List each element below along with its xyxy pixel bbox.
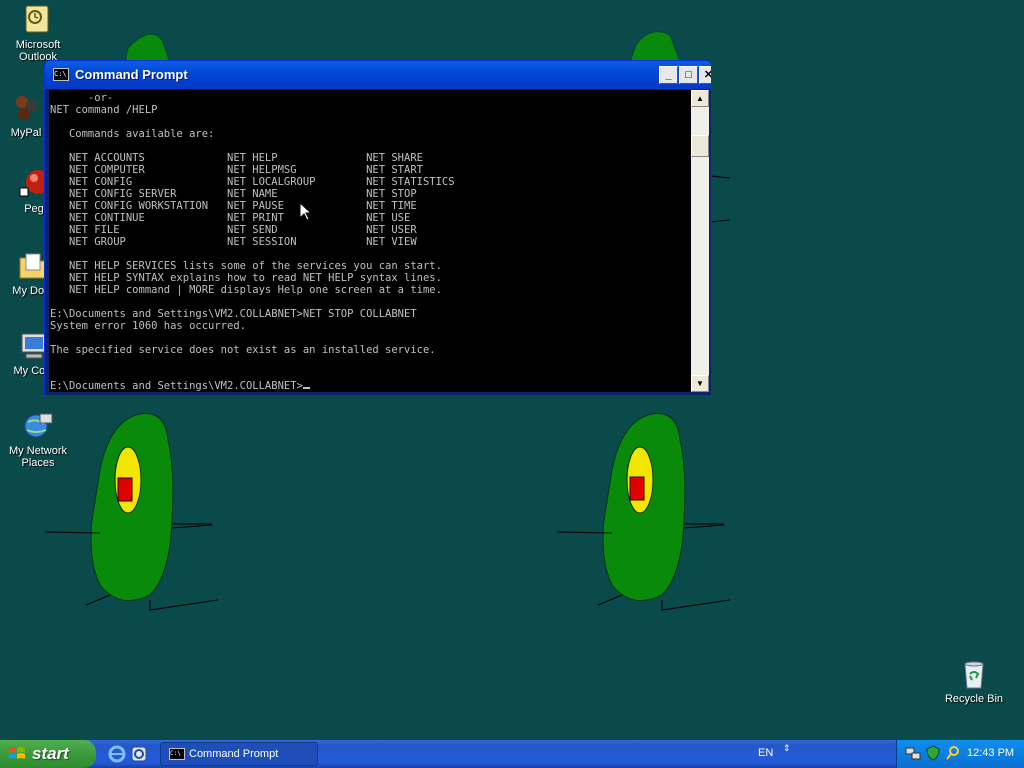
language-bar-options-icon[interactable]: ⇕: [783, 744, 791, 753]
window-titlebar[interactable]: C:\ Command Prompt _ □ ✕: [45, 61, 711, 89]
security-shield-icon[interactable]: [925, 745, 941, 761]
console-line: E:\Documents and Settings\VM2.COLLABNET>…: [50, 308, 417, 320]
language-indicator[interactable]: EN: [758, 747, 773, 759]
start-label: start: [32, 744, 69, 763]
console-line: System error 1060 has occurred.: [50, 320, 246, 332]
console-text: -or- NET command /HELP Commands availabl…: [49, 90, 691, 392]
desktop-icon-microsoft-outlook[interactable]: Microsoft Outlook: [2, 4, 74, 63]
console-line: NET HELP command | MORE displays Help on…: [50, 284, 442, 296]
system-tray: 12:43 PM: [896, 740, 1024, 768]
search-magnifier-icon[interactable]: [945, 745, 961, 761]
command-prompt-icon: C:\: [53, 68, 69, 81]
close-button[interactable]: ✕: [699, 66, 711, 84]
maximize-button[interactable]: □: [679, 66, 698, 84]
taskbar-clock[interactable]: 12:43 PM: [967, 747, 1014, 759]
console-line: -or-: [50, 92, 114, 104]
text-cursor: [302, 387, 310, 389]
console-line: NET CONFIG WORKSTATION NET PAUSE NET TIM…: [50, 200, 417, 212]
taskbar-button-command-prompt[interactable]: C:\ Command Prompt: [160, 742, 318, 766]
console-line: Commands available are:: [50, 128, 215, 140]
command-prompt-window[interactable]: C:\ Command Prompt _ □ ✕ -or- NET comman…: [44, 60, 712, 396]
minimize-button[interactable]: _: [659, 66, 678, 84]
mouse-pointer-icon: [300, 203, 312, 221]
microsoft-outlook-icon: [22, 4, 54, 36]
desktop-icon-label: My Network Places: [8, 445, 68, 469]
mypal-icon: [10, 92, 42, 124]
console-line: NET HELP SERVICES lists some of the serv…: [50, 260, 442, 272]
taskbar-button-label: Command Prompt: [189, 748, 279, 760]
console-line: NET FILE NET SEND NET USER: [50, 224, 417, 236]
network-connection-icon[interactable]: [905, 745, 921, 761]
console-line: NET command /HELP: [50, 104, 158, 116]
desktop-icon-label: Recycle Bin: [944, 693, 1004, 705]
desktop-icon-recycle-bin[interactable]: Recycle Bin: [938, 658, 1010, 705]
console-line: NET GROUP NET SESSION NET VIEW: [50, 236, 417, 248]
console-line: The specified service does not exist as …: [50, 344, 436, 356]
console-line: NET ACCOUNTS NET HELP NET SHARE: [50, 152, 423, 164]
desktop-icon-my-network-places[interactable]: My Network Places: [2, 410, 74, 469]
console-line: NET HELP SYNTAX explains how to read NET…: [50, 272, 442, 284]
windows-flag-icon: [9, 747, 25, 759]
scrollbar-thumb[interactable]: [691, 135, 709, 157]
console-output[interactable]: -or- NET command /HELP Commands availabl…: [49, 90, 691, 392]
my-network-places-icon: [22, 410, 54, 442]
console-line: NET COMPUTER NET HELPMSG NET START: [50, 164, 423, 176]
wallpaper-figure-right: [556, 413, 731, 611]
console-line: NET CONFIG NET LOCALGROUP NET STATISTICS: [50, 176, 455, 188]
taskbar: start C:\ Command Prompt EN ⇕ 12:43 PM: [0, 740, 1024, 768]
wallpaper-figure-top-left: [124, 33, 171, 63]
window-title: Command Prompt: [75, 67, 188, 82]
recycle-bin-icon: [958, 658, 990, 690]
start-button[interactable]: start: [0, 740, 96, 768]
console-line: NET CONTINUE NET PRINT NET USE: [50, 212, 411, 224]
scroll-down-arrow-icon[interactable]: ▼: [691, 375, 709, 392]
console-line: NET CONFIG SERVER NET NAME NET STOP: [50, 188, 417, 200]
quick-launch-app-icon[interactable]: [130, 745, 148, 763]
console-prompt: E:\Documents and Settings\VM2.COLLABNET>: [50, 380, 303, 392]
internet-explorer-icon[interactable]: [108, 745, 126, 763]
scroll-up-arrow-icon[interactable]: ▲: [691, 90, 709, 107]
vertical-scrollbar[interactable]: ▲ ▼: [691, 90, 709, 392]
command-prompt-icon: C:\: [169, 748, 185, 760]
wallpaper-figure-top-right: [629, 31, 681, 63]
